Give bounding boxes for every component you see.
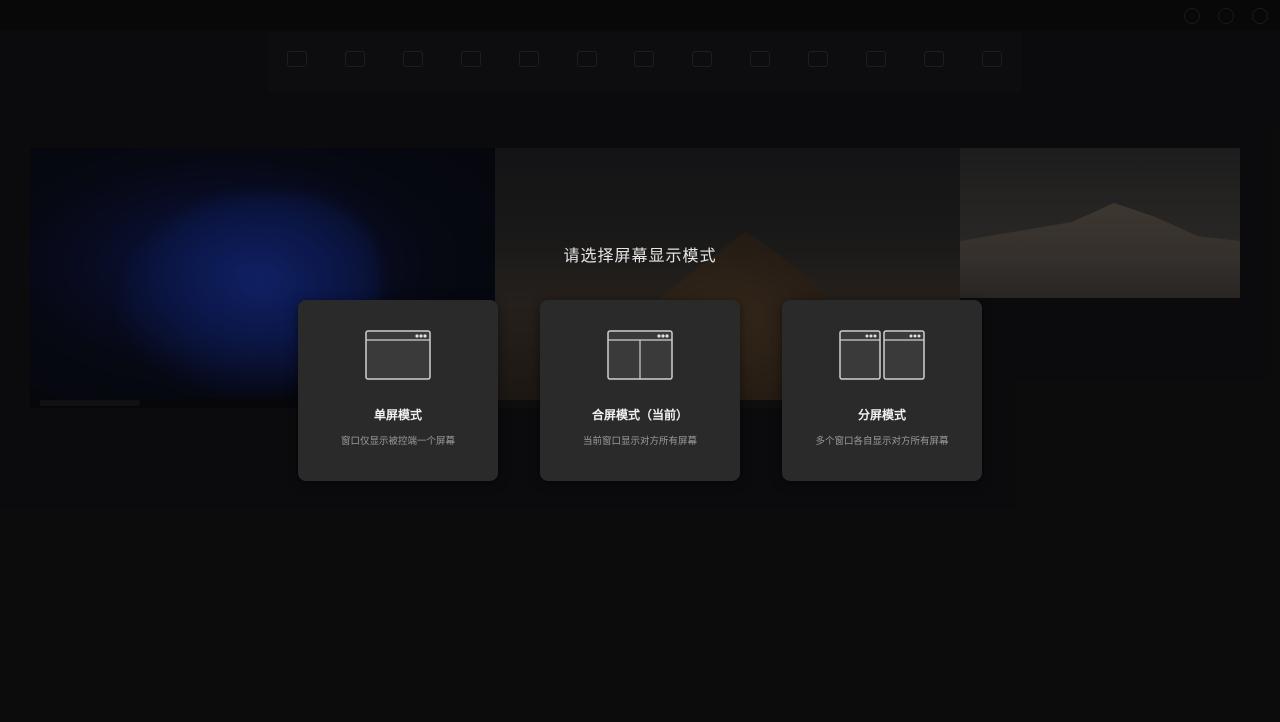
split-window-icon (839, 330, 925, 380)
dialog-prompt: 请选择屏幕显示模式 (563, 246, 717, 265)
card-description: 窗口仅显示被控端一个屏幕 (340, 436, 455, 447)
split-screen-mode-card[interactable]: 分屏模式 多个窗口各自显示对方所有屏幕 (782, 300, 982, 481)
single-window-icon (365, 330, 431, 380)
card-title: 合屏模式（当前） (591, 408, 688, 422)
card-description: 当前窗口显示对方所有屏幕 (582, 436, 697, 447)
card-title: 分屏模式 (857, 408, 906, 422)
mode-options: 单屏模式 窗口仅显示被控端一个屏幕 合屏模式（当前） 当前窗口显示对方所有屏幕 (298, 300, 982, 481)
merged-window-icon (607, 330, 673, 380)
card-description: 多个窗口各自显示对方所有屏幕 (815, 436, 949, 447)
merged-screen-mode-card[interactable]: 合屏模式（当前） 当前窗口显示对方所有屏幕 (540, 300, 740, 481)
card-title: 单屏模式 (373, 408, 422, 422)
single-screen-mode-card[interactable]: 单屏模式 窗口仅显示被控端一个屏幕 (298, 300, 498, 481)
